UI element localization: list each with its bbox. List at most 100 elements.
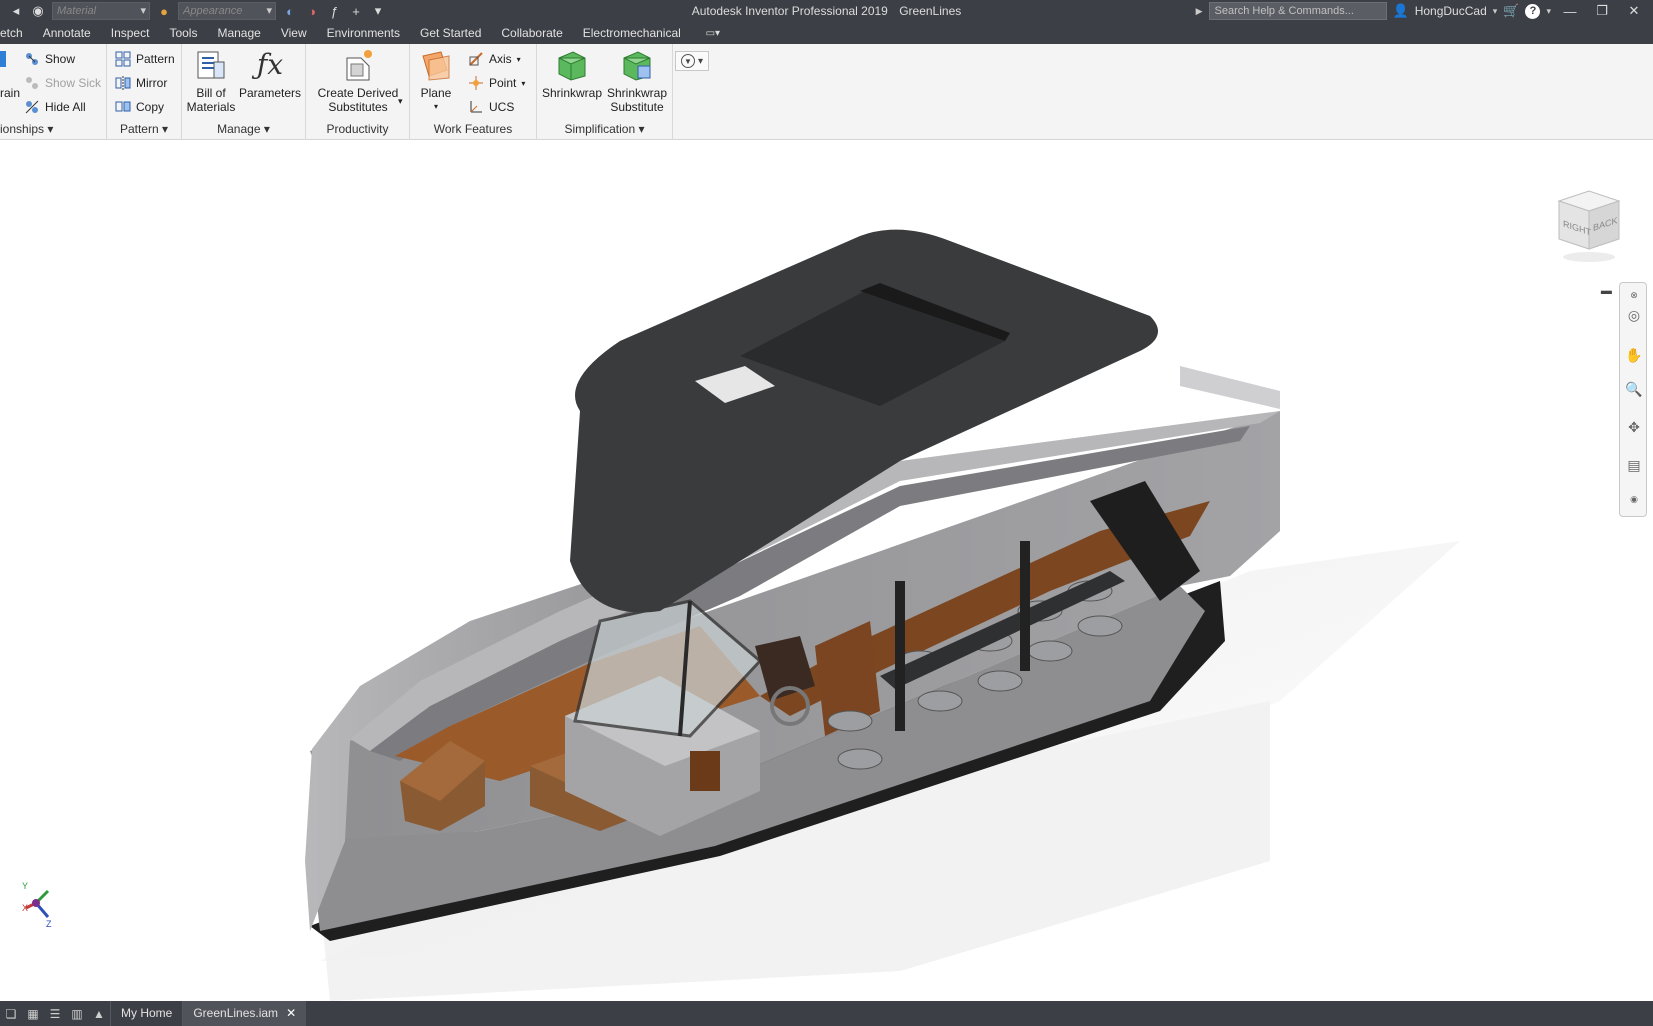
look-at-icon[interactable]: ▤: [1624, 455, 1644, 475]
tab-tools[interactable]: Tools: [159, 22, 207, 44]
point-button[interactable]: Point ▾: [468, 73, 525, 93]
tab-list-arrow-icon[interactable]: ▲: [88, 1001, 110, 1026]
tab-sketch[interactable]: etch: [0, 22, 33, 44]
ribbon-display-toggle-icon[interactable]: ▭▾: [700, 26, 725, 40]
constrain-icon: [0, 51, 6, 67]
tab-collaborate[interactable]: Collaborate: [491, 22, 572, 44]
parameters-fx-icon: ƒx: [256, 48, 284, 81]
shrinkwrap-button[interactable]: Shrinkwrap: [541, 48, 603, 100]
tab-my-home[interactable]: My Home: [110, 1001, 182, 1026]
ucs-button[interactable]: UCS: [468, 97, 514, 117]
material-dropdown[interactable]: Material: [52, 2, 150, 20]
ribbon-customize-button[interactable]: ▼ ▾: [675, 51, 709, 71]
tab-inspect[interactable]: Inspect: [101, 22, 160, 44]
panel-expand-chevron-icon: ▾: [638, 122, 645, 136]
app-name: Autodesk Inventor Professional 2019: [691, 4, 888, 18]
relationships-panel-title[interactable]: ionships ▾: [0, 122, 106, 136]
create-derived-substitutes-button[interactable]: Create Derived Substitutes: [312, 48, 404, 114]
tile-horizontal-icon[interactable]: ☰: [44, 1001, 66, 1026]
roof-post-1: [895, 581, 905, 731]
pattern-panel: Pattern Mirror Copy Pattern ▾: [107, 44, 182, 140]
minimize-icon[interactable]: —: [1557, 0, 1583, 22]
restore-icon[interactable]: ❐: [1589, 0, 1615, 22]
user-icon[interactable]: 👤: [1393, 3, 1409, 19]
help-icon[interactable]: ?: [1525, 3, 1541, 19]
orbit-icon[interactable]: ✥: [1624, 417, 1644, 437]
adjust-appearance-icon[interactable]: ◐: [282, 3, 298, 19]
search-expand-icon[interactable]: ▶: [1196, 6, 1203, 17]
parameters-button[interactable]: ƒx Parameters: [238, 48, 302, 100]
show-sick-icon: [24, 75, 40, 91]
doc-minimize-icon[interactable]: ▬: [1601, 285, 1612, 298]
mirror-button[interactable]: Mirror: [115, 73, 167, 93]
boat-model[interactable]: [0, 141, 1653, 1001]
tab-get-started[interactable]: Get Started: [410, 22, 491, 44]
show-button[interactable]: Show: [24, 49, 75, 69]
work-features-panel: Plane ▾ Axis ▾ Point ▾ UCS Work Features: [410, 44, 537, 140]
simplification-panel-title[interactable]: Simplification ▾: [537, 122, 672, 136]
customize-chevron-icon: ▾: [697, 55, 704, 67]
pattern-button[interactable]: Pattern: [115, 49, 175, 69]
tab-greenlines-iam[interactable]: GreenLines.iam ✕: [182, 1001, 307, 1026]
appearance-ball-icon[interactable]: ◉: [30, 3, 46, 19]
plane-button[interactable]: Plane ▾: [416, 48, 456, 114]
axis-button[interactable]: Axis ▾: [468, 49, 521, 69]
tab-electromechanical[interactable]: Electromechanical: [573, 22, 691, 44]
shrinkwrap-icon: [555, 48, 589, 82]
work-features-panel-title: Work Features: [433, 122, 513, 136]
simplification-panel: Shrinkwrap Shrinkwrap Substitute Simplif…: [537, 44, 673, 140]
manage-panel: Bill of Materials ƒx Parameters Manage ▾: [182, 44, 306, 140]
tab-environments[interactable]: Environments: [317, 22, 410, 44]
document-name: GreenLines: [899, 4, 962, 18]
shrinkwrap-substitute-button[interactable]: Shrinkwrap Substitute: [605, 48, 669, 114]
return-icon[interactable]: ◂: [8, 3, 24, 19]
user-menu-chevron-icon[interactable]: ▾: [1493, 6, 1498, 17]
plus-icon[interactable]: +: [348, 3, 364, 19]
user-name[interactable]: HongDucCad: [1415, 4, 1487, 18]
pan-hand-icon[interactable]: ✋: [1624, 345, 1644, 365]
bill-of-materials-icon: [194, 48, 228, 82]
fx-icon[interactable]: ƒ: [326, 3, 342, 19]
tab-annotate[interactable]: Annotate: [33, 22, 101, 44]
productivity-panel-title: Productivity: [326, 122, 389, 136]
bill-of-materials-button[interactable]: Bill of Materials: [186, 48, 236, 114]
manage-panel-title[interactable]: Manage ▾: [182, 122, 305, 136]
clear-appearance-icon[interactable]: ◑: [304, 3, 320, 19]
tile-vertical-icon[interactable]: ▥: [66, 1001, 88, 1026]
create-derived-substitutes-icon: [341, 48, 375, 82]
panel-expand-chevron-icon: ▾: [263, 122, 270, 136]
graphics-viewport[interactable]: ▬ ❐ ✕ RIGHT BACK ⊗ ◎ ✋ 🔍 ✥ ▤ ◉ Y X Z: [0, 141, 1653, 1001]
navbar-close-icon[interactable]: ⊗: [1624, 285, 1644, 305]
help-menu-chevron-icon[interactable]: ▾: [1546, 6, 1551, 17]
tab-view[interactable]: View: [271, 22, 317, 44]
close-tab-icon[interactable]: ✕: [286, 1001, 296, 1026]
triad-z-label: Z: [46, 919, 52, 929]
viewcube[interactable]: RIGHT BACK: [1553, 187, 1625, 267]
constrain-label-fragment[interactable]: rain: [0, 83, 20, 103]
help-search-input[interactable]: Search Help & Commands...: [1208, 2, 1387, 20]
ribbon-tab-bar: etch Annotate Inspect Tools Manage View …: [0, 22, 1653, 44]
appearance-dropdown[interactable]: Appearance: [178, 2, 276, 20]
zoom-icon[interactable]: 🔍: [1624, 379, 1644, 399]
customize-qat-icon[interactable]: ▾: [370, 3, 386, 19]
hide-all-button[interactable]: Hide All: [24, 97, 86, 117]
constrain-button[interactable]: [0, 49, 6, 69]
title-bar: ◂ ◉ Material ● Appearance ◐ ◑ ƒ + ▾ Auto…: [0, 0, 1653, 22]
cart-icon[interactable]: 🛒: [1503, 3, 1519, 19]
copy-icon: [115, 99, 131, 115]
tile-windows-icon[interactable]: ▦: [22, 1001, 44, 1026]
tab-manage[interactable]: Manage: [207, 22, 270, 44]
color-wheel-icon[interactable]: ●: [156, 3, 172, 19]
pattern-panel-title[interactable]: Pattern ▾: [107, 122, 181, 136]
point-dropdown-chevron-icon: ▾: [521, 78, 526, 88]
customize-dropdown-icon: ▼: [680, 54, 695, 68]
derived-dropdown-chevron-icon[interactable]: ▾: [398, 96, 403, 107]
show-sick-button[interactable]: Show Sick: [24, 73, 101, 93]
navbar-options-icon[interactable]: ◉: [1624, 489, 1644, 509]
panel-expand-chevron-icon: ▾: [162, 122, 169, 136]
cascade-windows-icon[interactable]: ❏: [0, 1001, 22, 1026]
close-window-icon[interactable]: ✕: [1621, 0, 1647, 22]
steering-wheel-nav-icon[interactable]: ◎: [1624, 305, 1644, 325]
copy-button[interactable]: Copy: [115, 97, 164, 117]
triad-y-label: Y: [22, 881, 29, 891]
